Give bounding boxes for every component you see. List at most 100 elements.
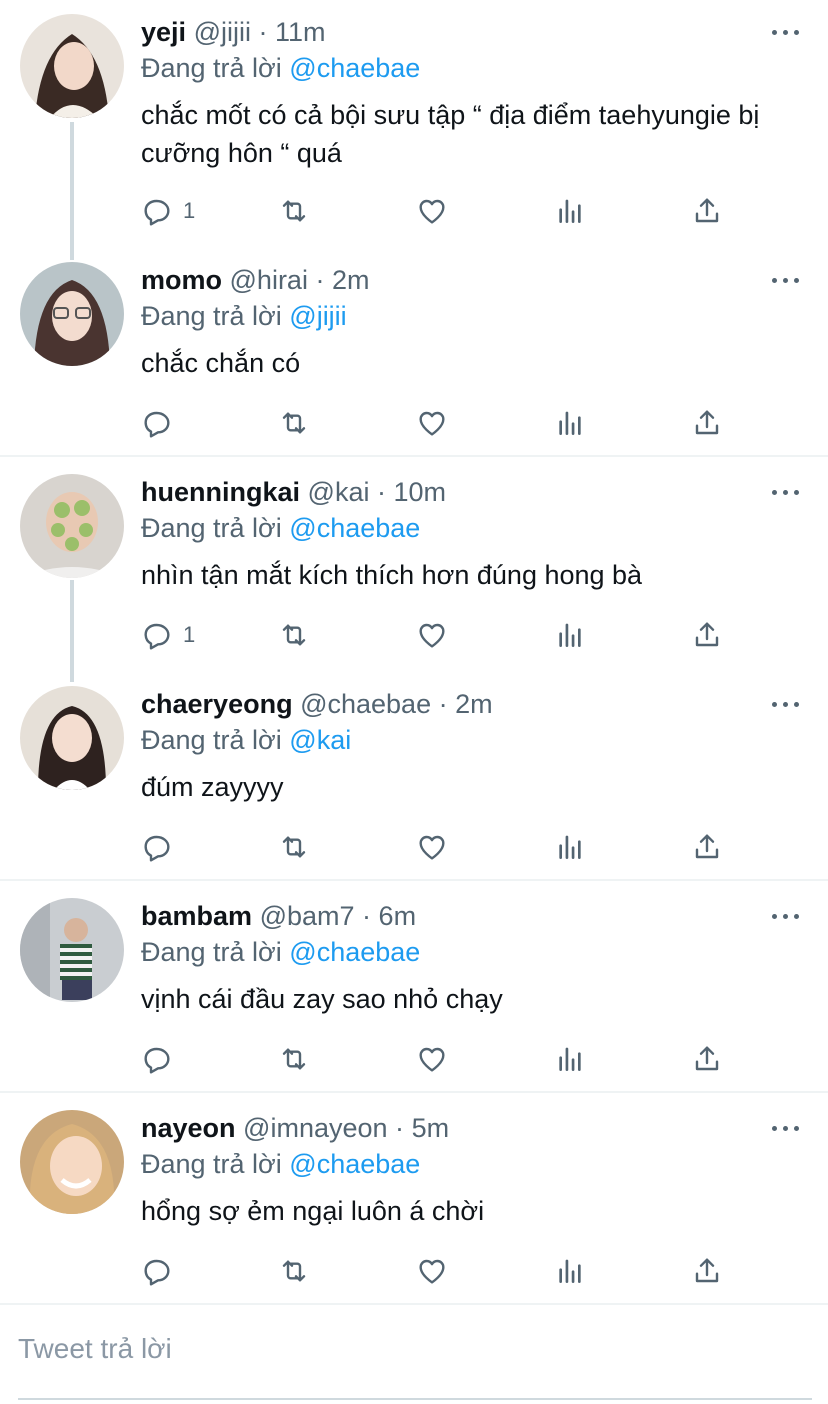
reply-button[interactable] [141,1253,183,1289]
separator-dot: · [315,265,325,295]
retweet-button[interactable] [278,193,310,229]
avatar[interactable] [20,474,124,578]
share-button[interactable] [691,1253,723,1289]
reply-button[interactable]: 1 [141,617,195,653]
more-options-icon[interactable] [772,911,800,921]
mention-link[interactable]: @chaebae [289,1149,420,1179]
reply-button[interactable] [141,405,183,441]
like-button[interactable] [416,405,448,441]
action-bar [141,1041,741,1077]
like-button[interactable] [416,1041,448,1077]
views-button[interactable] [554,829,586,865]
user-handle[interactable]: @kai [308,477,370,507]
share-icon [695,1046,719,1071]
like-button[interactable] [416,617,448,653]
tweet[interactable]: bambam @bam7 · 6m Đang trả lời @chaebae … [0,896,828,1090]
retweet-button[interactable] [278,1041,310,1077]
tweet[interactable]: nayeon @imnayeon · 5m Đang trả lời @chae… [0,1108,828,1302]
views-button[interactable] [554,1041,586,1077]
more-options-icon[interactable] [772,487,800,497]
mention-link[interactable]: @chaebae [289,513,420,543]
user-handle[interactable]: @chaebae [300,689,431,719]
retweet-icon [282,1048,306,1070]
like-button[interactable] [416,829,448,865]
tweet[interactable]: huenningkai @kai · 10m Đang trả lời @cha… [0,472,828,682]
replying-label: Đang trả lời [141,937,282,967]
avatar[interactable] [20,14,124,118]
views-button[interactable] [554,405,586,441]
user-handle[interactable]: @jijii [194,17,251,47]
replying-label: Đang trả lời [141,301,282,331]
reply-button[interactable] [141,829,183,865]
mention-link[interactable]: @jijii [289,301,346,331]
replying-to: Đang trả lời @chaebae [141,1148,420,1180]
views-button[interactable] [554,193,586,229]
tweet-header: momo @hirai · 2m [141,264,370,296]
views-button[interactable] [554,617,586,653]
like-button[interactable] [416,1253,448,1289]
share-icon [695,198,719,223]
timestamp[interactable]: 11m [275,17,326,47]
analytics-icon [559,1259,581,1283]
timestamp[interactable]: 6m [379,901,417,931]
more-options-icon[interactable] [772,1123,800,1133]
action-bar: 1 [141,193,741,229]
share-button[interactable] [691,829,723,865]
share-button[interactable] [691,1041,723,1077]
heart-icon [419,1047,445,1072]
action-bar: 1 [141,617,741,653]
analytics-icon [559,411,581,435]
like-button[interactable] [416,193,448,229]
display-name[interactable]: yeji [141,17,186,47]
more-options-icon[interactable] [772,699,800,709]
tweet[interactable]: chaeryeong @chaebae · 2m Đang trả lời @k… [0,684,828,878]
user-handle[interactable]: @bam7 [260,901,355,931]
heart-icon [419,1259,445,1284]
retweet-button[interactable] [278,617,310,653]
replying-to: Đang trả lời @kai [141,724,351,756]
timestamp[interactable]: 2m [455,689,493,719]
views-button[interactable] [554,1253,586,1289]
analytics-icon [559,199,581,223]
tweet-text: chắc chắn có [141,348,301,378]
display-name[interactable]: bambam [141,901,252,931]
tweet-text: hổng sợ ẻm ngại luôn á chời [141,1196,485,1226]
avatar[interactable] [20,898,124,1002]
timestamp[interactable]: 10m [394,477,447,507]
reply-compose-input[interactable]: Tweet trả lời [18,1333,172,1365]
avatar[interactable] [20,262,124,366]
user-handle[interactable]: @imnayeon [243,1113,387,1143]
share-button[interactable] [691,193,723,229]
tweet[interactable]: yeji @jijii · 11m Đang trả lời @chaebae … [0,0,828,260]
share-icon [695,1258,719,1283]
reply-button[interactable] [141,1041,183,1077]
retweet-icon [282,836,306,858]
display-name[interactable]: huenningkai [141,477,300,507]
mention-link[interactable]: @kai [289,725,351,755]
share-button[interactable] [691,617,723,653]
mention-link[interactable]: @chaebae [289,53,420,83]
replying-label: Đang trả lời [141,1149,282,1179]
more-options-icon[interactable] [772,275,800,285]
mention-link[interactable]: @chaebae [289,937,420,967]
user-handle[interactable]: @hirai [230,265,308,295]
heart-icon [419,835,445,860]
more-options-icon[interactable] [772,27,800,37]
divider [0,879,828,881]
display-name[interactable]: chaeryeong [141,689,293,719]
timestamp[interactable]: 5m [412,1113,450,1143]
analytics-icon [559,623,581,647]
display-name[interactable]: nayeon [141,1113,236,1143]
display-name[interactable]: momo [141,265,222,295]
timestamp[interactable]: 2m [332,265,370,295]
share-button[interactable] [691,405,723,441]
reply-button[interactable]: 1 [141,193,195,229]
tweet-header: nayeon @imnayeon · 5m [141,1112,449,1144]
retweet-icon [282,1260,306,1282]
retweet-button[interactable] [278,1253,310,1289]
retweet-button[interactable] [278,405,310,441]
avatar[interactable] [20,686,124,790]
retweet-button[interactable] [278,829,310,865]
avatar[interactable] [20,1110,124,1214]
tweet[interactable]: momo @hirai · 2m Đang trả lời @jijii chắ… [0,260,828,454]
